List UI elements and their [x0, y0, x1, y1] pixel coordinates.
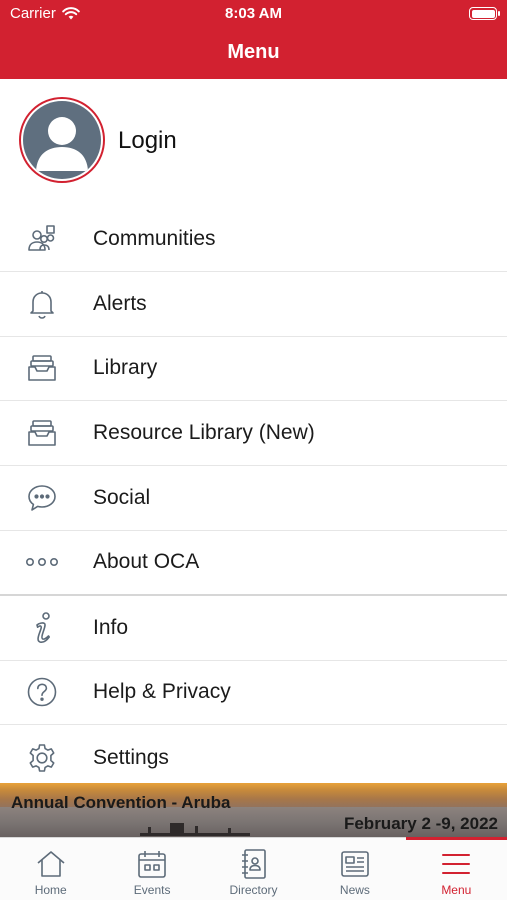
- user-silhouette-icon: [36, 117, 88, 171]
- status-bar: Carrier 8:03 AM: [0, 0, 507, 28]
- menu-item-social[interactable]: Social: [0, 466, 507, 531]
- tab-news[interactable]: News: [304, 838, 405, 900]
- question-icon: [25, 675, 59, 709]
- menu-item-alerts[interactable]: Alerts: [0, 272, 507, 337]
- tab-events[interactable]: Events: [101, 838, 202, 900]
- menu-item-about-oca[interactable]: About OCA: [0, 531, 507, 596]
- home-icon: [34, 848, 68, 880]
- avatar[interactable]: [19, 97, 105, 183]
- menu-item-label: Alerts: [93, 291, 147, 315]
- banner-dates: February 2 -9, 2022: [343, 814, 498, 833]
- menu-item-label: Communities: [93, 226, 216, 250]
- communities-icon: [25, 222, 59, 256]
- hamburger-icon: [439, 848, 473, 880]
- tab-home[interactable]: Home: [0, 838, 101, 900]
- menu-item-help-privacy[interactable]: Help & Privacy: [0, 661, 507, 726]
- menu-item-info[interactable]: Info: [0, 596, 507, 661]
- tab-label: Menu: [441, 883, 472, 897]
- bell-icon: [25, 287, 59, 321]
- tab-label: Home: [34, 883, 67, 897]
- pier-silhouette: [140, 823, 250, 836]
- menu-item-settings[interactable]: Settings: [0, 725, 507, 790]
- newspaper-icon: [338, 848, 372, 880]
- menu-item-label: Info: [93, 615, 129, 639]
- menu-item-communities[interactable]: Communities: [0, 207, 507, 272]
- tab-label: News: [339, 883, 370, 897]
- tab-label: Events: [133, 883, 171, 897]
- tab-menu[interactable]: Menu: [405, 837, 507, 900]
- menu-item-label: About OCA: [93, 550, 200, 574]
- top-navigation-bar: Carrier 8:03 AM Menu: [0, 0, 507, 79]
- gear-icon: [25, 741, 59, 775]
- menu-item-label: Settings: [93, 745, 169, 769]
- tab-directory[interactable]: Directory: [203, 838, 304, 900]
- menu-item-label: Social: [93, 486, 151, 510]
- calendar-icon: [135, 848, 169, 880]
- menu-list: Communities Alerts Library Resource Libr…: [0, 207, 507, 790]
- status-time: 8:03 AM: [225, 5, 282, 22]
- battery-icon: [469, 7, 500, 20]
- login-label: Login: [118, 127, 177, 154]
- menu-item-library[interactable]: Library: [0, 337, 507, 402]
- banner-title: Annual Convention - Aruba: [11, 793, 231, 812]
- menu-item-label: Resource Library (New): [93, 421, 315, 445]
- chat-bubble-icon: [25, 481, 59, 515]
- convention-banner[interactable]: Annual Convention - Aruba February 2 -9,…: [0, 783, 507, 837]
- menu-item-label: Library: [93, 356, 158, 380]
- bottom-tab-bar: Home Events Directory News Menu: [0, 837, 507, 900]
- tray-icon: [25, 416, 59, 450]
- menu-item-label: Help & Privacy: [93, 680, 231, 704]
- tab-label: Directory: [229, 883, 278, 897]
- menu-item-resource-library[interactable]: Resource Library (New): [0, 401, 507, 467]
- ellipsis-icon: [25, 545, 59, 579]
- page-title: Menu: [227, 41, 280, 63]
- login-row[interactable]: Login: [0, 79, 507, 207]
- tray-icon: [25, 351, 59, 385]
- info-icon: [25, 611, 59, 645]
- contact-book-icon: [237, 848, 271, 880]
